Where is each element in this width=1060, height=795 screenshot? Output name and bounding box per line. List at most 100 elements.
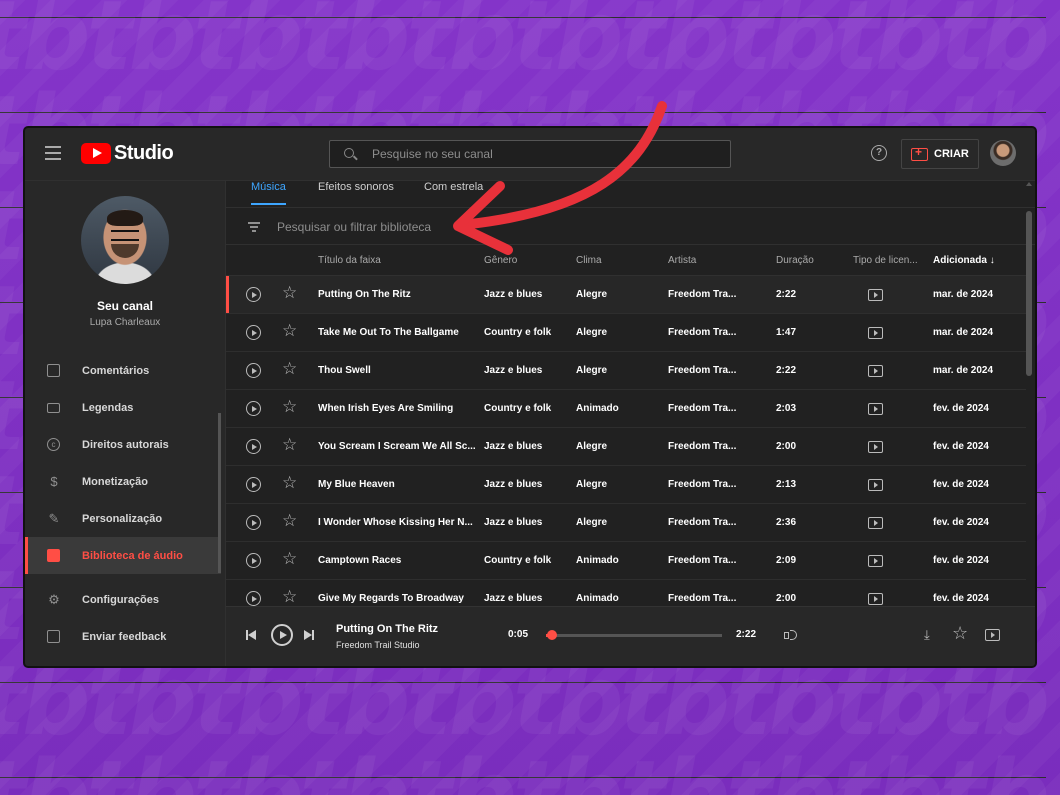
play-icon[interactable] [246,287,261,302]
table-row[interactable]: ☆ When Irish Eyes Are Smiling Country e fo… [226,390,1026,428]
track-list: ☆ Putting On The Ritz Jazz e blues Alegre Fr… [226,276,1026,618]
filter-icon[interactable] [248,222,260,232]
license-icon[interactable] [868,593,883,605]
sidebar-item-comments[interactable]: Comentários [25,352,221,389]
sidebar-item-monetization[interactable]: $ Monetização [25,463,221,500]
track-genre: Jazz e blues [484,289,543,300]
sidebar-item-audio-library[interactable]: Biblioteca de áudio [25,537,221,574]
progress-slider[interactable] [546,630,722,640]
player-track-artist: Freedom Trail Studio [336,640,420,650]
track-added-date: fev. de 2024 [933,555,989,566]
license-icon[interactable] [868,555,883,567]
play-icon[interactable] [246,439,261,454]
track-artist: Freedom Tra... [668,403,737,414]
play-icon[interactable] [246,325,261,340]
track-genre: Jazz e blues [484,593,543,604]
volume-icon[interactable] [784,629,798,641]
sidebar-item-feedback[interactable]: Enviar feedback [25,618,221,655]
track-title: I Wonder Whose Kissing Her N... [318,517,473,528]
track-added-date: fev. de 2024 [933,517,989,528]
track-title: You Scream I Scream We All Sc... [318,441,476,452]
tab-music[interactable]: Música [251,181,286,205]
progress-handle[interactable] [547,630,558,640]
star-icon[interactable]: ☆ [282,398,297,415]
youtube-studio-logo[interactable]: Studio [81,142,174,165]
play-pause-button[interactable] [271,624,293,646]
channel-avatar[interactable] [81,196,169,284]
track-list-scrollbar[interactable] [1026,211,1032,376]
column-duration[interactable]: Duração [776,255,814,266]
table-row[interactable]: ☆ I Wonder Whose Kissing Her N... Jazz e b… [226,504,1026,542]
account-avatar[interactable] [990,140,1016,166]
play-icon[interactable] [246,477,261,492]
play-icon[interactable] [246,401,261,416]
scroll-up-icon[interactable] [1026,182,1032,186]
sidebar-item-customization[interactable]: ✎ Personalização [25,500,221,537]
star-icon[interactable]: ☆ [282,550,297,567]
sidebar-item-subtitles[interactable]: Legendas [25,389,221,426]
play-icon[interactable] [246,591,261,606]
filter-input[interactable] [275,217,579,237]
table-row[interactable]: ☆ Putting On The Ritz Jazz e blues Alegre Fr… [226,276,1026,314]
license-icon[interactable] [868,327,883,339]
create-button[interactable]: CRIAR [901,139,979,169]
track-duration: 2:36 [776,517,797,528]
table-row[interactable]: ☆ Take Me Out To The Ballgame Country e fo… [226,314,1026,352]
track-mood: Alegre [576,365,608,376]
track-title: When Irish Eyes Are Smiling [318,403,454,414]
table-row[interactable]: ☆ You Scream I Scream We All Sc... Jazz e … [226,428,1026,466]
audio-library-icon [47,548,61,563]
license-icon[interactable] [868,441,883,453]
search-input[interactable] [370,146,714,162]
star-icon[interactable]: ☆ [282,436,297,453]
track-duration: 2:00 [776,441,797,452]
sidebar-item-settings[interactable]: ⚙ Configurações [25,581,221,618]
sidebar-scrollbar[interactable] [218,413,221,573]
license-icon[interactable] [868,365,883,377]
column-artist[interactable]: Artista [668,255,696,266]
play-icon[interactable] [246,515,261,530]
download-icon[interactable]: ⤓ [924,627,930,643]
star-icon[interactable]: ☆ [282,588,297,605]
track-title: Thou Swell [318,365,371,376]
track-artist: Freedom Tra... [668,365,737,376]
table-row[interactable]: ☆ My Blue Heaven Jazz e blues Alegre Freedom… [226,466,1026,504]
column-title[interactable]: Título da faixa [318,255,381,266]
sidebar-item-label: Biblioteca de áudio [82,549,183,562]
next-icon[interactable] [304,630,314,640]
star-icon[interactable]: ☆ [282,474,297,491]
column-genre[interactable]: Gênero [484,255,517,266]
track-mood: Alegre [576,289,608,300]
table-row[interactable]: ☆ Thou Swell Jazz e blues Alegre Freedom Tra… [226,352,1026,390]
star-icon[interactable]: ☆ [282,512,297,529]
play-icon[interactable] [246,553,261,568]
subtitles-icon [47,401,61,415]
sidebar-item-copyright[interactable]: c Direitos autorais [25,426,221,463]
license-icon[interactable] [868,289,883,301]
track-mood: Animado [576,555,619,566]
menu-icon[interactable] [45,146,61,160]
star-icon[interactable]: ☆ [282,284,297,301]
tab-sound-effects[interactable]: Efeitos sonoros [318,181,394,193]
license-icon[interactable] [868,403,883,415]
license-icon[interactable] [985,629,1000,641]
column-added[interactable]: Adicionada ↓ [933,255,995,266]
search-icon [344,148,356,160]
previous-icon[interactable] [246,630,256,640]
license-icon[interactable] [868,517,883,529]
column-license[interactable]: Tipo de licen... [853,255,918,266]
star-icon[interactable]: ☆ [282,322,297,339]
license-icon[interactable] [868,479,883,491]
table-row[interactable]: ☆ Camptown Races Country e folk Animado Free… [226,542,1026,580]
tab-starred[interactable]: Com estrela [424,181,483,193]
star-icon[interactable]: ☆ [952,623,968,644]
star-icon[interactable]: ☆ [282,360,297,377]
column-added-label: Adicionada [933,255,987,266]
help-icon[interactable]: ? [871,145,887,161]
column-mood[interactable]: Clima [576,255,602,266]
comments-icon [47,363,61,378]
play-icon[interactable] [246,363,261,378]
track-artist: Freedom Tra... [668,555,737,566]
sidebar-item-label: Personalização [82,512,163,525]
channel-search[interactable] [329,140,731,168]
